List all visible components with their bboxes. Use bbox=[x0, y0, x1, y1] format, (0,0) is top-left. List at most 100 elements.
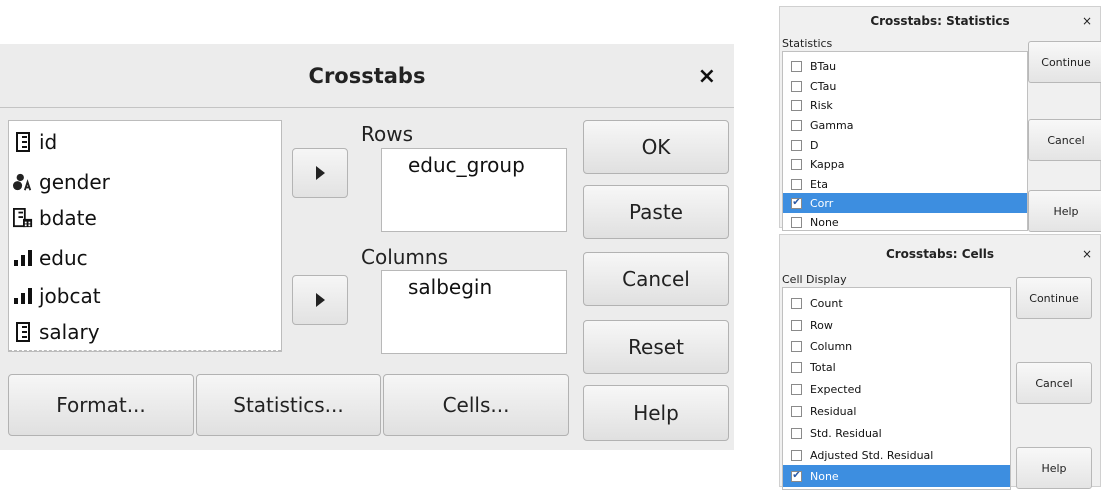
variable-name: educ bbox=[39, 246, 88, 270]
list-item[interactable]: salary bbox=[13, 315, 100, 349]
checkbox-ctau[interactable]: CTau bbox=[783, 76, 1027, 96]
cells-checklist: Count Row Column Total Expected Residual… bbox=[782, 287, 1011, 490]
statistics-checklist: BTau CTau Risk Gamma D Kappa Eta ✔ Corr N… bbox=[782, 51, 1028, 231]
checkbox-label: Column bbox=[810, 339, 853, 353]
checkbox-label: CTau bbox=[810, 79, 837, 93]
checkbox-kappa[interactable]: Kappa bbox=[783, 154, 1027, 174]
move-to-rows-button[interactable] bbox=[292, 148, 348, 198]
checkbox-icon[interactable] bbox=[791, 383, 802, 395]
statistics-button[interactable]: Statistics... bbox=[196, 374, 381, 436]
list-item[interactable]: jobcat bbox=[13, 279, 101, 313]
checkbox-label: Risk bbox=[810, 98, 833, 112]
checkbox-icon[interactable] bbox=[791, 405, 802, 417]
cells-dialog: Crosstabs: Cells × Cell Display Count Ro… bbox=[779, 234, 1101, 490]
group-label: Statistics bbox=[782, 37, 833, 50]
list-item[interactable]: educ bbox=[13, 241, 88, 275]
checkbox-icon[interactable] bbox=[791, 427, 802, 439]
reset-button[interactable]: Reset bbox=[583, 320, 729, 374]
checkbox-btau[interactable]: BTau bbox=[783, 56, 1027, 76]
list-item[interactable]: gender bbox=[13, 165, 110, 199]
checkbox-std-residual[interactable]: Std. Residual bbox=[783, 422, 1010, 444]
dialog-title: Crosstabs: Cells bbox=[885, 247, 995, 261]
checkbox-row[interactable]: Row bbox=[783, 314, 1010, 336]
ordinal-bars-icon bbox=[13, 248, 33, 268]
checkbox-icon[interactable] bbox=[791, 361, 802, 373]
rows-variable[interactable]: educ_group bbox=[408, 153, 525, 177]
variable-name: id bbox=[39, 130, 58, 154]
list-divider bbox=[9, 350, 281, 351]
columns-label: Columns bbox=[361, 245, 449, 269]
checkbox-icon[interactable] bbox=[791, 158, 802, 170]
scale-ruler-icon bbox=[13, 132, 33, 152]
rows-target-list[interactable]: educ_group bbox=[381, 148, 567, 232]
move-to-columns-button[interactable] bbox=[292, 275, 348, 325]
checkbox-icon[interactable] bbox=[791, 449, 802, 461]
cells-button[interactable]: Cells... bbox=[383, 374, 569, 436]
variable-name: salary bbox=[39, 320, 100, 344]
continue-button[interactable]: Continue bbox=[1016, 277, 1092, 319]
continue-button[interactable]: Continue bbox=[1028, 41, 1101, 83]
arrow-right-icon bbox=[315, 293, 325, 307]
help-button[interactable]: Help bbox=[583, 385, 729, 441]
checkbox-label: Std. Residual bbox=[810, 426, 882, 440]
checkmark-icon[interactable]: ✔ bbox=[791, 470, 802, 482]
checkbox-none[interactable]: None bbox=[783, 212, 1027, 232]
close-icon[interactable]: × bbox=[1082, 7, 1092, 35]
checkbox-risk[interactable]: Risk bbox=[783, 95, 1027, 115]
checkbox-icon[interactable] bbox=[791, 139, 802, 151]
arrow-right-icon bbox=[315, 166, 325, 180]
checkbox-none[interactable]: ✔ None bbox=[783, 465, 1010, 487]
checkbox-icon[interactable] bbox=[791, 340, 802, 352]
checkbox-expected[interactable]: Expected bbox=[783, 378, 1010, 400]
checkbox-label: Corr bbox=[810, 196, 834, 210]
close-icon[interactable]: × bbox=[1082, 235, 1092, 273]
date-ruler-icon bbox=[13, 208, 33, 228]
checkbox-label: Total bbox=[810, 360, 836, 374]
checkbox-icon[interactable] bbox=[791, 80, 802, 92]
checkbox-gamma[interactable]: Gamma bbox=[783, 115, 1027, 135]
checkbox-label: D bbox=[810, 138, 819, 152]
cancel-button[interactable]: Cancel bbox=[583, 252, 729, 306]
dialog-title: Crosstabs bbox=[0, 44, 734, 108]
checkbox-icon[interactable] bbox=[791, 319, 802, 331]
close-icon[interactable]: × bbox=[698, 44, 716, 108]
checkbox-icon[interactable] bbox=[791, 119, 802, 131]
columns-target-list[interactable]: salbegin bbox=[381, 270, 567, 354]
checkbox-label: Residual bbox=[810, 404, 857, 418]
variable-list[interactable]: id gender bdate educ jobcat salary bbox=[8, 120, 282, 352]
checkbox-count[interactable]: Count bbox=[783, 292, 1010, 314]
rows-label: Rows bbox=[361, 122, 414, 146]
format-button[interactable]: Format... bbox=[8, 374, 194, 436]
checkbox-d[interactable]: D bbox=[783, 135, 1027, 155]
scale-ruler-icon bbox=[13, 322, 33, 342]
checkbox-adjusted-std-residual[interactable]: Adjusted Std. Residual bbox=[783, 444, 1010, 466]
ok-button[interactable]: OK bbox=[583, 120, 729, 174]
checkbox-label: Adjusted Std. Residual bbox=[810, 448, 934, 462]
help-button[interactable]: Help bbox=[1028, 190, 1101, 232]
checkbox-column[interactable]: Column bbox=[783, 335, 1010, 357]
help-button[interactable]: Help bbox=[1016, 447, 1092, 489]
checkbox-icon[interactable] bbox=[791, 178, 802, 190]
checkbox-label: Count bbox=[810, 296, 843, 310]
columns-variable[interactable]: salbegin bbox=[408, 275, 492, 299]
checkbox-icon[interactable] bbox=[791, 297, 802, 309]
checkbox-icon[interactable] bbox=[791, 60, 802, 72]
crosstabs-dialog: Crosstabs × id gender bdate educ jobcat bbox=[0, 44, 734, 450]
checkbox-label: Gamma bbox=[810, 118, 854, 132]
cancel-button[interactable]: Cancel bbox=[1028, 119, 1101, 161]
checkbox-icon[interactable] bbox=[791, 99, 802, 111]
paste-button[interactable]: Paste bbox=[583, 185, 729, 239]
nominal-people-icon bbox=[13, 172, 33, 192]
checkmark-icon[interactable]: ✔ bbox=[791, 197, 802, 209]
list-item[interactable]: id bbox=[13, 125, 57, 159]
checkbox-total[interactable]: Total bbox=[783, 356, 1010, 378]
checkbox-eta[interactable]: Eta bbox=[783, 174, 1027, 194]
cancel-button[interactable]: Cancel bbox=[1016, 362, 1092, 404]
checkbox-corr[interactable]: ✔ Corr bbox=[783, 193, 1027, 213]
list-item[interactable]: bdate bbox=[13, 201, 97, 235]
checkbox-residual[interactable]: Residual bbox=[783, 400, 1010, 422]
checkbox-icon[interactable] bbox=[791, 216, 802, 228]
checkbox-label: Kappa bbox=[810, 157, 845, 171]
ordinal-bars-icon bbox=[13, 286, 33, 306]
checkbox-label: None bbox=[810, 215, 839, 229]
